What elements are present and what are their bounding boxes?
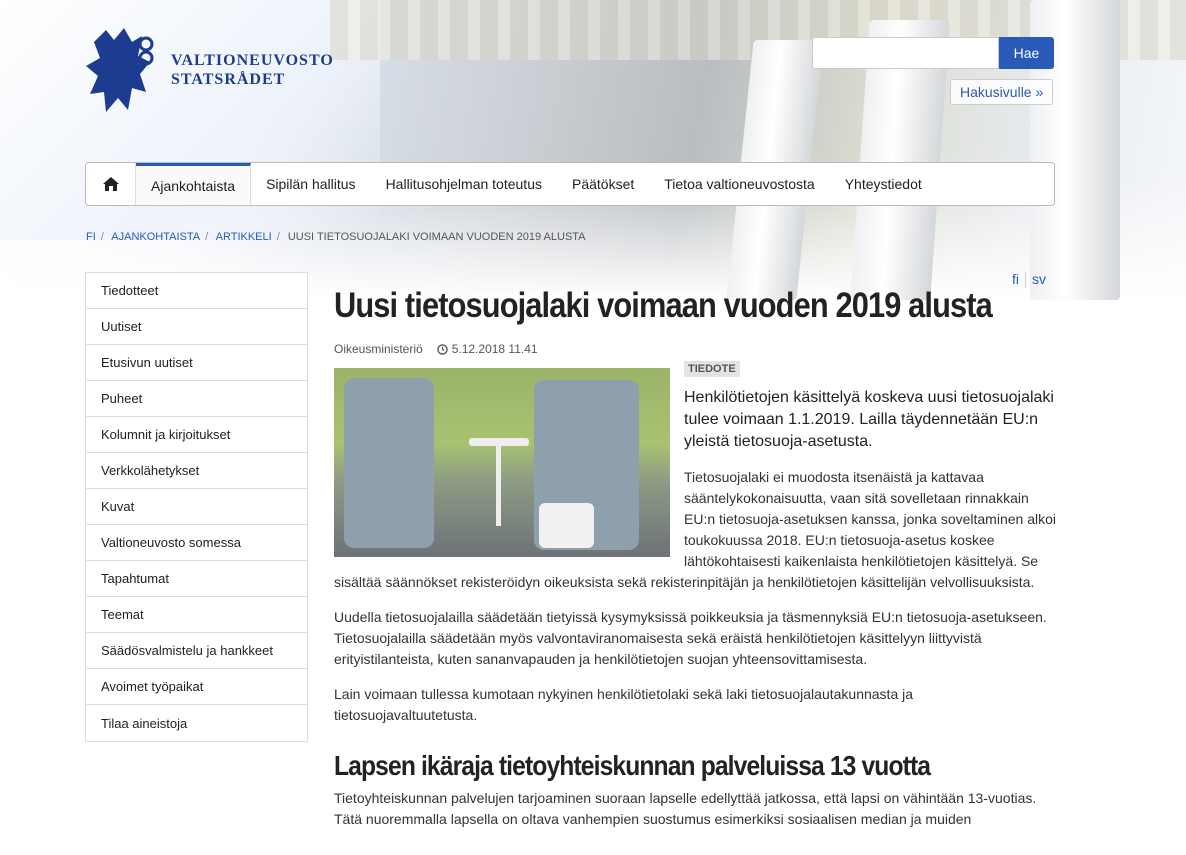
photo-table-leg — [496, 446, 501, 526]
sidebar-item-puheet[interactable]: Puheet — [86, 381, 307, 417]
article-ministry: Oikeusministeriö — [334, 342, 423, 356]
article-paragraph-3: Lain voimaan tullessa kumotaan nykyinen … — [334, 686, 914, 723]
article-paragraph-2: Uudella tietosuojalailla säädetään tiety… — [334, 609, 1047, 667]
sidebar-item-tiedotteet[interactable]: Tiedotteet — [86, 273, 307, 309]
sidebar-item-saadosvalmistelu[interactable]: Säädösvalmistelu ja hankkeet — [86, 633, 307, 669]
logo-text: VALTIONEUVOSTO STATSRÅDET — [171, 51, 334, 89]
sidebar-item-uutiset[interactable]: Uutiset — [86, 309, 307, 345]
breadcrumb-separator: / — [100, 231, 104, 243]
article-photo — [334, 368, 670, 557]
search-button[interactable]: Hae — [999, 37, 1054, 69]
main-nav: Ajankohtaista Sipilän hallitus Hallituso… — [85, 162, 1055, 206]
article-tag: TIEDOTE — [684, 361, 740, 377]
site-logo[interactable]: VALTIONEUVOSTO STATSRÅDET — [84, 22, 334, 117]
breadcrumb-ajankohtaista[interactable]: AJANKOHTAISTA — [111, 231, 200, 243]
home-button[interactable] — [86, 163, 136, 205]
sidebar: Tiedotteet Uutiset Etusivun uutiset Puhe… — [85, 272, 308, 742]
nav-item-paatokset[interactable]: Päätökset — [557, 163, 649, 205]
breadcrumb-separator: / — [205, 231, 209, 243]
sidebar-item-kolumnit[interactable]: Kolumnit ja kirjoitukset — [86, 417, 307, 453]
sidebar-item-kuvat[interactable]: Kuvat — [86, 489, 307, 525]
lang-sv[interactable]: sv — [1032, 271, 1046, 287]
home-icon — [102, 177, 119, 191]
article-paragraph-4: Tietoyhteiskunnan palvelujen tarjoaminen… — [334, 790, 1037, 827]
search-input[interactable] — [812, 37, 999, 69]
lang-fi[interactable]: fi — [1012, 271, 1019, 287]
nav-item-yhteystiedot[interactable]: Yhteystiedot — [830, 163, 937, 205]
nav-item-hallitusohjelman-toteutus[interactable]: Hallitusohjelman toteutus — [371, 163, 557, 205]
photo-table — [469, 438, 529, 446]
nav-item-ajankohtaista[interactable]: Ajankohtaista — [136, 163, 252, 205]
sidebar-item-teemat[interactable]: Teemat — [86, 597, 307, 633]
article: Uusi tietosuojalaki voimaan vuoden 2019 … — [334, 286, 1056, 830]
photo-chair — [344, 378, 434, 548]
article-meta: Oikeusministeriö 5.12.2018 11.41 — [334, 342, 1056, 356]
breadcrumb-current: UUSI TIETOSUOJALAKI VOIMAAN VUODEN 2019 … — [287, 231, 586, 243]
breadcrumb-artikkeli[interactable]: ARTIKKELI — [216, 231, 272, 243]
sidebar-item-verkkolahetykset[interactable]: Verkkolähetykset — [86, 453, 307, 489]
search-bar: Hae — [812, 37, 1054, 69]
breadcrumb-fi[interactable]: FI — [86, 231, 96, 243]
breadcrumb-separator: / — [276, 231, 280, 243]
advanced-search-link[interactable]: Hakusivulle » — [950, 79, 1054, 105]
nav-item-tietoa-valtioneuvostosta[interactable]: Tietoa valtioneuvostosta — [649, 163, 829, 205]
photo-bag — [539, 503, 594, 548]
article-subheading: Lapsen ikäraja tietoyhteiskunnan palvelu… — [334, 750, 931, 781]
sidebar-item-somessa[interactable]: Valtioneuvosto somessa — [86, 525, 307, 561]
sidebar-item-avoimet-tyopaikat[interactable]: Avoimet työpaikat — [86, 669, 307, 705]
article-date: 5.12.2018 11.41 — [451, 342, 538, 356]
lion-crest-icon — [86, 28, 154, 112]
sidebar-item-tilaa-aineistoja[interactable]: Tilaa aineistoja — [86, 705, 307, 741]
breadcrumb: FI / AJANKOHTAISTA / ARTIKKELI / UUSI TIETO… — [86, 231, 586, 243]
nav-item-sipilan-hallitus[interactable]: Sipilän hallitus — [251, 163, 371, 205]
article-title: Uusi tietosuojalaki voimaan vuoden 2019 … — [334, 286, 993, 325]
clock-icon — [436, 343, 448, 355]
logo-line-2: STATSRÅDET — [171, 70, 286, 88]
logo-line-1: VALTIONEUVOSTO — [171, 51, 334, 69]
sidebar-item-tapahtumat[interactable]: Tapahtumat — [86, 561, 307, 597]
sidebar-item-etusivun-uutiset[interactable]: Etusivun uutiset — [86, 345, 307, 381]
